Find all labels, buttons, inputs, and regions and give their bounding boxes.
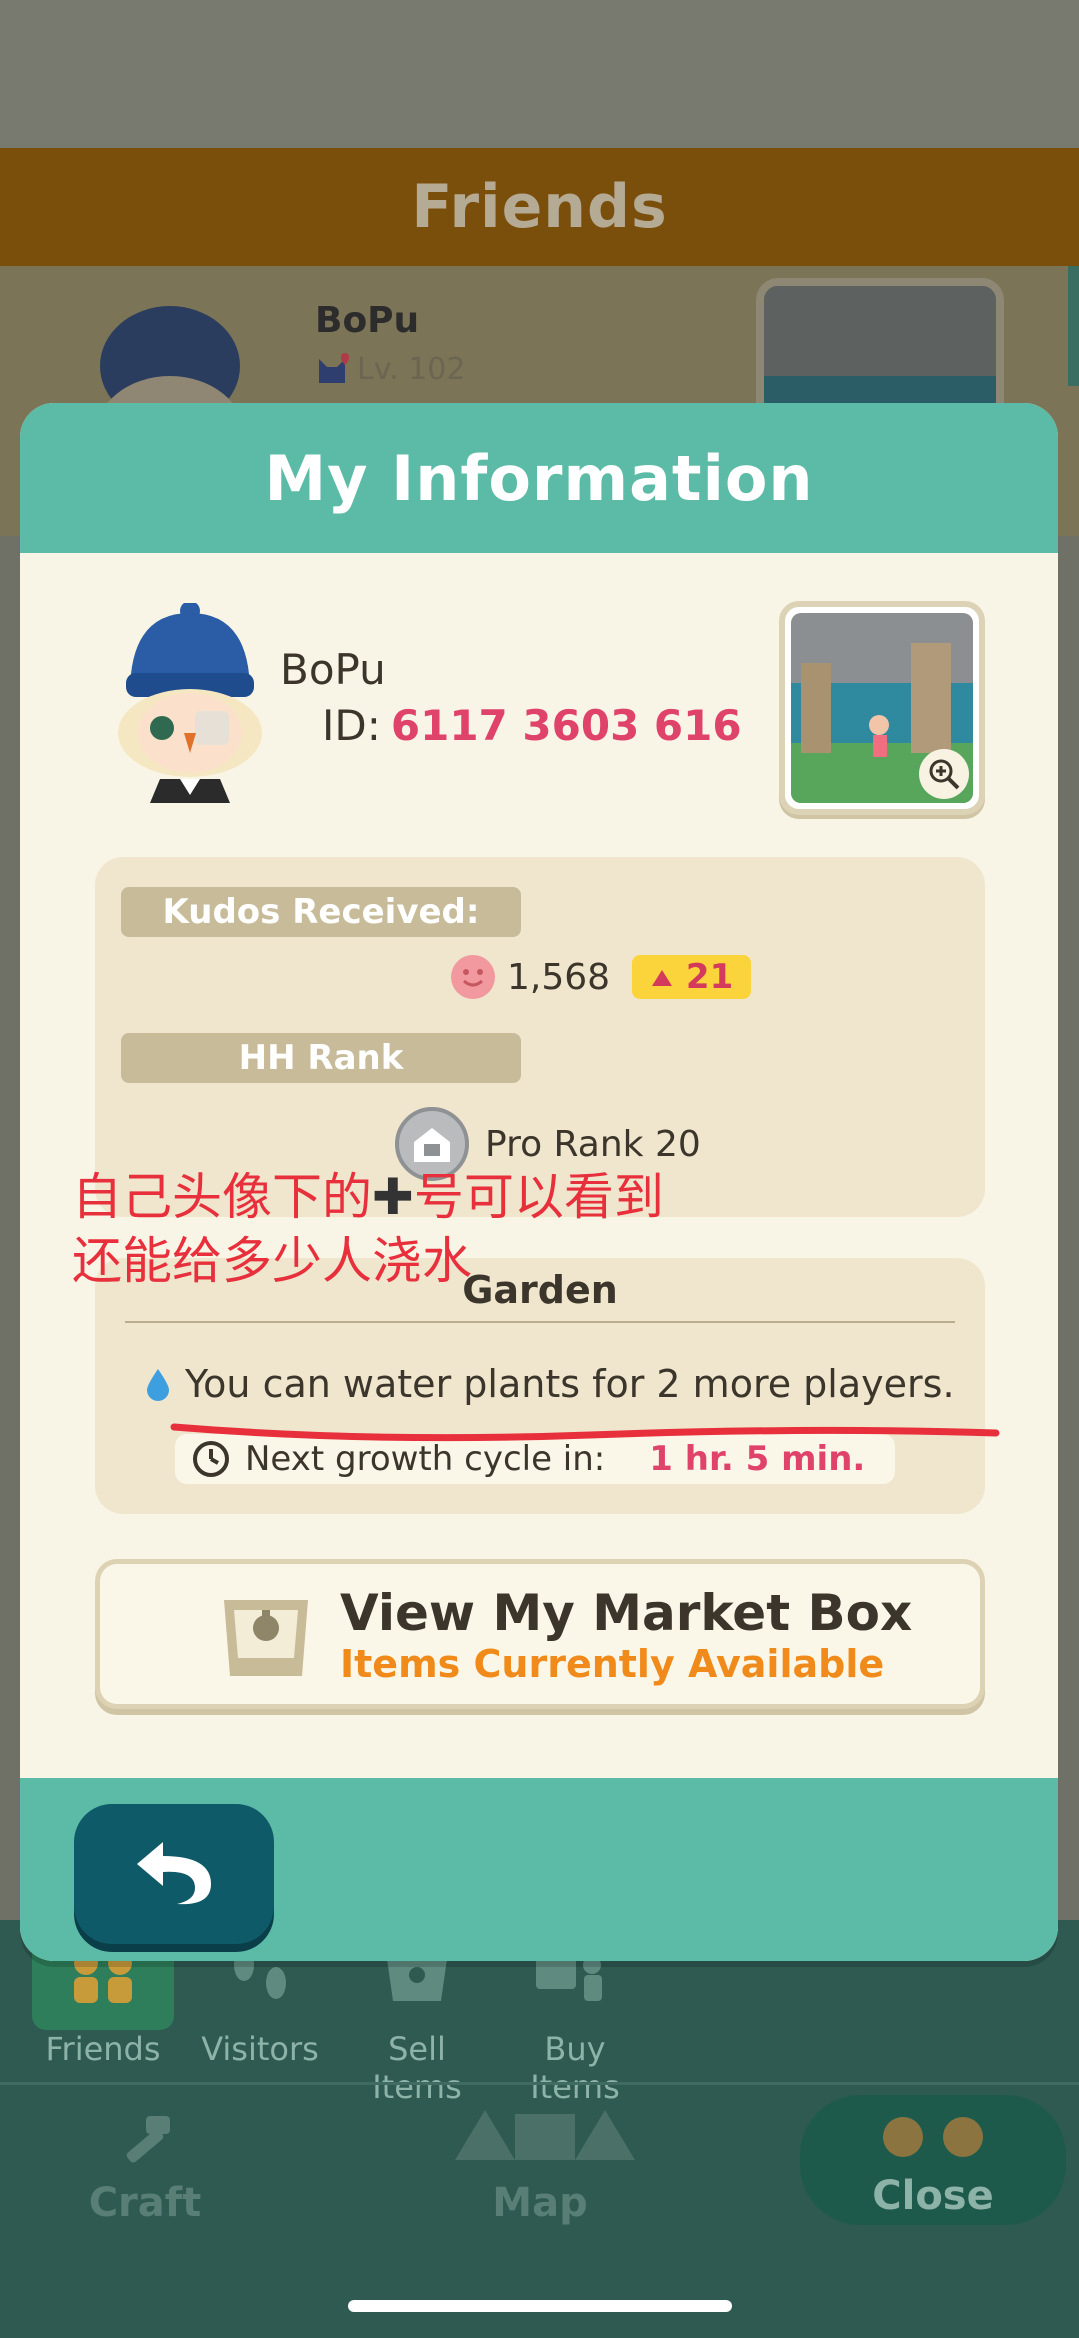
view-market-box-button[interactable]: View My Market Box Items Currently Avail… bbox=[95, 1559, 985, 1709]
modal-header: My Information bbox=[20, 403, 1058, 553]
growth-label: Next growth cycle in: bbox=[245, 1439, 606, 1479]
garden-divider bbox=[125, 1321, 955, 1323]
annotation-underline bbox=[170, 1423, 1000, 1442]
kudos-label: Kudos Received: bbox=[121, 887, 521, 937]
nav-close-button[interactable]: Close bbox=[800, 2095, 1066, 2225]
market-box-icon bbox=[224, 1600, 308, 1676]
back-button[interactable] bbox=[74, 1804, 274, 1944]
garden-panel: Garden You can water plants for 2 more p… bbox=[95, 1258, 985, 1514]
player-name: BoPu bbox=[280, 645, 386, 694]
kudos-value-row: 1,568 21 bbox=[451, 955, 752, 999]
water-drop-icon bbox=[147, 1369, 169, 1401]
modal-footer bbox=[20, 1778, 1058, 1961]
status-area bbox=[0, 0, 1079, 148]
friend-name: BoPu bbox=[315, 300, 420, 341]
clock-icon bbox=[193, 1441, 229, 1477]
nav-map[interactable]: Map bbox=[420, 2100, 660, 2226]
player-id: ID: 6117 3603 616 bbox=[322, 701, 742, 750]
friend-level: Lv. 102 bbox=[315, 352, 465, 387]
kudos-rank-panel: Kudos Received: 1,568 21 HH Rank Pro Ran… bbox=[95, 857, 985, 1217]
cat-icon bbox=[319, 352, 349, 383]
kudos-increase-badge: 21 bbox=[632, 955, 752, 999]
market-box-subtitle: Items Currently Available bbox=[340, 1642, 885, 1686]
villagers-icon bbox=[883, 2117, 983, 2157]
nav-craft[interactable]: Craft bbox=[60, 2110, 230, 2226]
rank-label: HH Rank bbox=[121, 1033, 521, 1083]
player-avatar[interactable] bbox=[100, 603, 280, 803]
divider bbox=[0, 2082, 1079, 2085]
scroll-edge bbox=[1068, 266, 1079, 386]
friends-title: Friends bbox=[411, 172, 668, 242]
home-indicator[interactable] bbox=[348, 2300, 732, 2312]
plus-icon: ✚ bbox=[372, 1168, 414, 1226]
annotation-note: 自己头像下的✚号可以看到还能给多少人浇水 bbox=[72, 1168, 664, 1290]
modal-title: My Information bbox=[264, 441, 814, 515]
hammer-icon bbox=[126, 2116, 170, 2163]
rank-value: Pro Rank 20 bbox=[485, 1123, 701, 1165]
profile-photo[interactable] bbox=[779, 601, 985, 815]
friends-header: Friends bbox=[0, 148, 1079, 266]
triangle-up-icon bbox=[652, 970, 673, 986]
growth-value: 1 hr. 5 min. bbox=[649, 1439, 866, 1479]
water-message: You can water plants for 2 more players. bbox=[185, 1362, 955, 1406]
friend-photo-image bbox=[764, 286, 996, 420]
water-message-row: You can water plants for 2 more players. bbox=[145, 1362, 955, 1406]
player-id-value: 6117 3603 616 bbox=[390, 701, 742, 750]
zoom-icon[interactable] bbox=[919, 749, 969, 799]
map-icon bbox=[455, 2110, 635, 2160]
smiley-icon bbox=[451, 955, 495, 999]
kudos-count: 1,568 bbox=[507, 956, 611, 998]
market-box-title: View My Market Box bbox=[340, 1584, 913, 1642]
undo-arrow-icon bbox=[137, 1842, 211, 1905]
